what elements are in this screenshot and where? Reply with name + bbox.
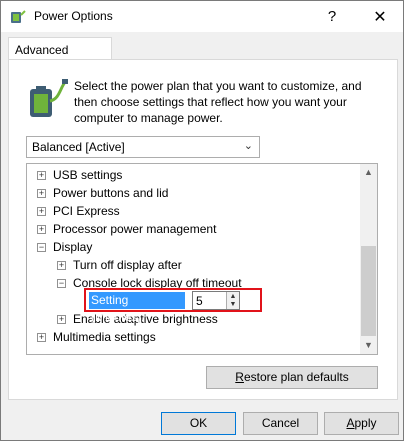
highlight-frame	[84, 288, 262, 312]
tree-item-label: Multimedia settings	[53, 330, 156, 344]
instructions-text: Select the power plan that you want to c…	[74, 79, 362, 125]
chevron-down-icon: ⌄	[243, 140, 253, 152]
tree-item-display[interactable]: − Display	[27, 238, 357, 256]
close-icon: ✕	[373, 8, 387, 26]
expand-icon[interactable]: +	[57, 315, 66, 324]
tree-item-label: Processor power management	[53, 222, 217, 236]
restore-label: estore plan defaults	[243, 370, 349, 384]
restore-plan-defaults-button[interactable]: Restore plan defaults	[206, 366, 378, 389]
apply-button[interactable]: Apply	[324, 412, 399, 435]
tree-item-pci-express[interactable]: + PCI Express	[27, 202, 357, 220]
apply-mnemonic: A	[346, 416, 355, 430]
power-options-window: Power Options ? ✕ Advanced settings Sele…	[0, 0, 404, 441]
expand-icon[interactable]: +	[37, 207, 46, 216]
expand-icon[interactable]: +	[37, 171, 46, 180]
collapse-icon[interactable]: −	[37, 243, 46, 252]
tree-item-label: PCI Express	[53, 204, 120, 218]
vertical-scrollbar[interactable]: ▲ ▼	[360, 164, 377, 354]
restore-mnemonic: R	[235, 370, 244, 384]
tree-item-processor-power[interactable]: + Processor power management	[27, 220, 357, 238]
window-title: Power Options	[34, 9, 113, 23]
expand-icon[interactable]: +	[37, 225, 46, 234]
ok-button[interactable]: OK	[161, 412, 236, 435]
help-label: ?	[327, 8, 337, 25]
expand-icon[interactable]: +	[37, 189, 46, 198]
scroll-up-icon[interactable]: ▲	[360, 164, 377, 181]
cancel-button[interactable]: Cancel	[243, 412, 318, 435]
scroll-down-icon[interactable]: ▼	[360, 337, 377, 354]
tree-item-turn-off-display[interactable]: + Turn off display after	[27, 256, 357, 274]
title-bar: Power Options ? ✕	[1, 1, 403, 32]
scrollbar-thumb[interactable]	[361, 246, 376, 336]
settings-tree[interactable]: + USB settings + Power buttons and lid +…	[26, 163, 378, 355]
tree-item-label: USB settings	[53, 168, 123, 182]
help-button[interactable]: ?	[309, 1, 355, 32]
power-plan-value: Balanced [Active]	[32, 140, 125, 154]
tree-item-label: Turn off display after	[73, 258, 182, 272]
tree-item-power-buttons[interactable]: + Power buttons and lid	[27, 184, 357, 202]
tree-item-multimedia-settings[interactable]: + Multimedia settings	[27, 328, 357, 346]
expand-icon[interactable]: +	[37, 333, 46, 342]
tree-item-label: Power buttons and lid	[53, 186, 169, 200]
battery-power-icon	[30, 79, 68, 117]
power-options-app-icon	[11, 10, 26, 23]
collapse-icon[interactable]: −	[57, 279, 66, 288]
tab-advanced-settings[interactable]: Advanced settings	[8, 37, 112, 71]
tree-item-adaptive-brightness[interactable]: + Enable adaptive brightness	[27, 310, 357, 328]
apply-label: pply	[354, 416, 377, 430]
tree-item-usb-settings[interactable]: + USB settings	[27, 166, 357, 184]
tree-item-label: Display	[53, 240, 93, 254]
power-plan-dropdown[interactable]: Balanced [Active] ⌄	[26, 136, 260, 158]
close-button[interactable]: ✕	[357, 1, 403, 32]
expand-icon[interactable]: +	[57, 261, 66, 270]
cancel-label: Cancel	[261, 416, 300, 430]
ok-label: OK	[189, 416, 208, 430]
